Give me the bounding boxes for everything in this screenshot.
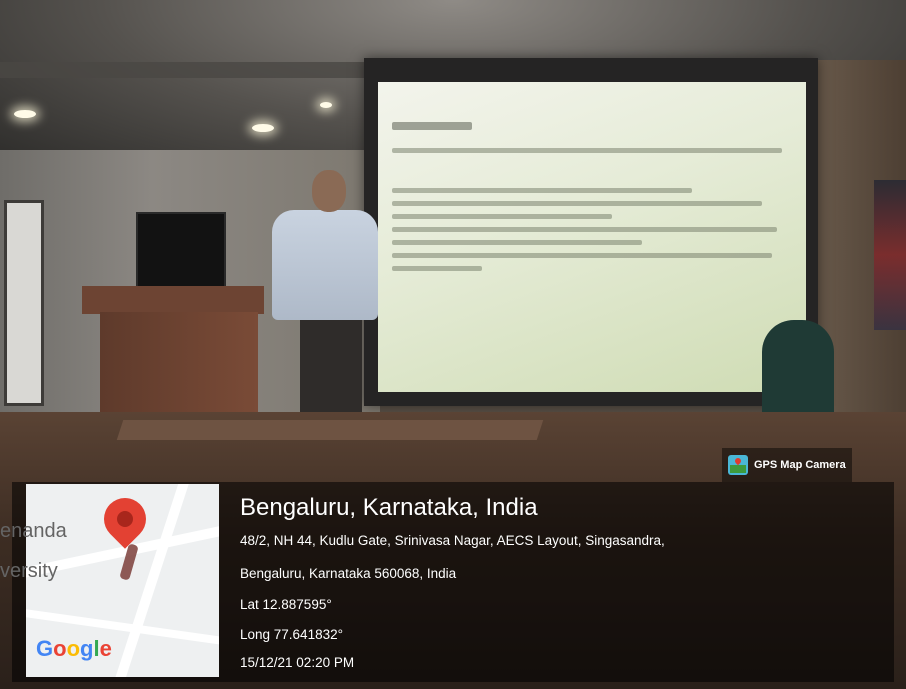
slide-text-line (392, 240, 642, 245)
map-label-fragment: enanda (0, 520, 67, 542)
photo-scene: GPS Map Camera enanda versity Google Ben… (0, 0, 906, 689)
address-line: 48/2, NH 44, Kudlu Gate, Srinivasa Nagar… (240, 533, 665, 548)
whiteboard (4, 200, 44, 406)
ceiling-light (14, 110, 36, 118)
presenter-head (312, 170, 346, 212)
address-line: Bengaluru, Karnataka 560068, India (240, 566, 457, 581)
slide-heading (392, 122, 472, 130)
podium-monitor (136, 212, 226, 294)
google-logo: Google (36, 636, 112, 661)
wall-display (874, 180, 906, 330)
gps-map-camera-icon (728, 455, 748, 475)
slide-text-line (392, 227, 777, 232)
slide-text-line (392, 214, 612, 219)
ceiling-light (252, 124, 274, 132)
longitude: Long 77.641832° (240, 627, 343, 642)
presenter-torso (272, 210, 378, 320)
location-title: Bengaluru, Karnataka, India (240, 494, 538, 521)
timestamp: 15/12/21 02:20 PM (240, 655, 355, 670)
map-label-fragment: versity (0, 560, 58, 582)
podium-top (82, 286, 264, 314)
slide-text-line (392, 148, 782, 153)
slide-text-line (392, 201, 762, 206)
app-label: GPS Map Camera (754, 459, 846, 471)
slide-text-line (392, 188, 692, 193)
desk-edge (116, 420, 544, 440)
ceiling-light (320, 102, 332, 108)
slide-text-line (392, 253, 772, 258)
slide-text-line (392, 266, 482, 271)
gps-map-camera-badge: GPS Map Camera (722, 448, 852, 482)
office-chair (762, 320, 834, 426)
latitude: Lat 12.887595° (240, 597, 332, 612)
